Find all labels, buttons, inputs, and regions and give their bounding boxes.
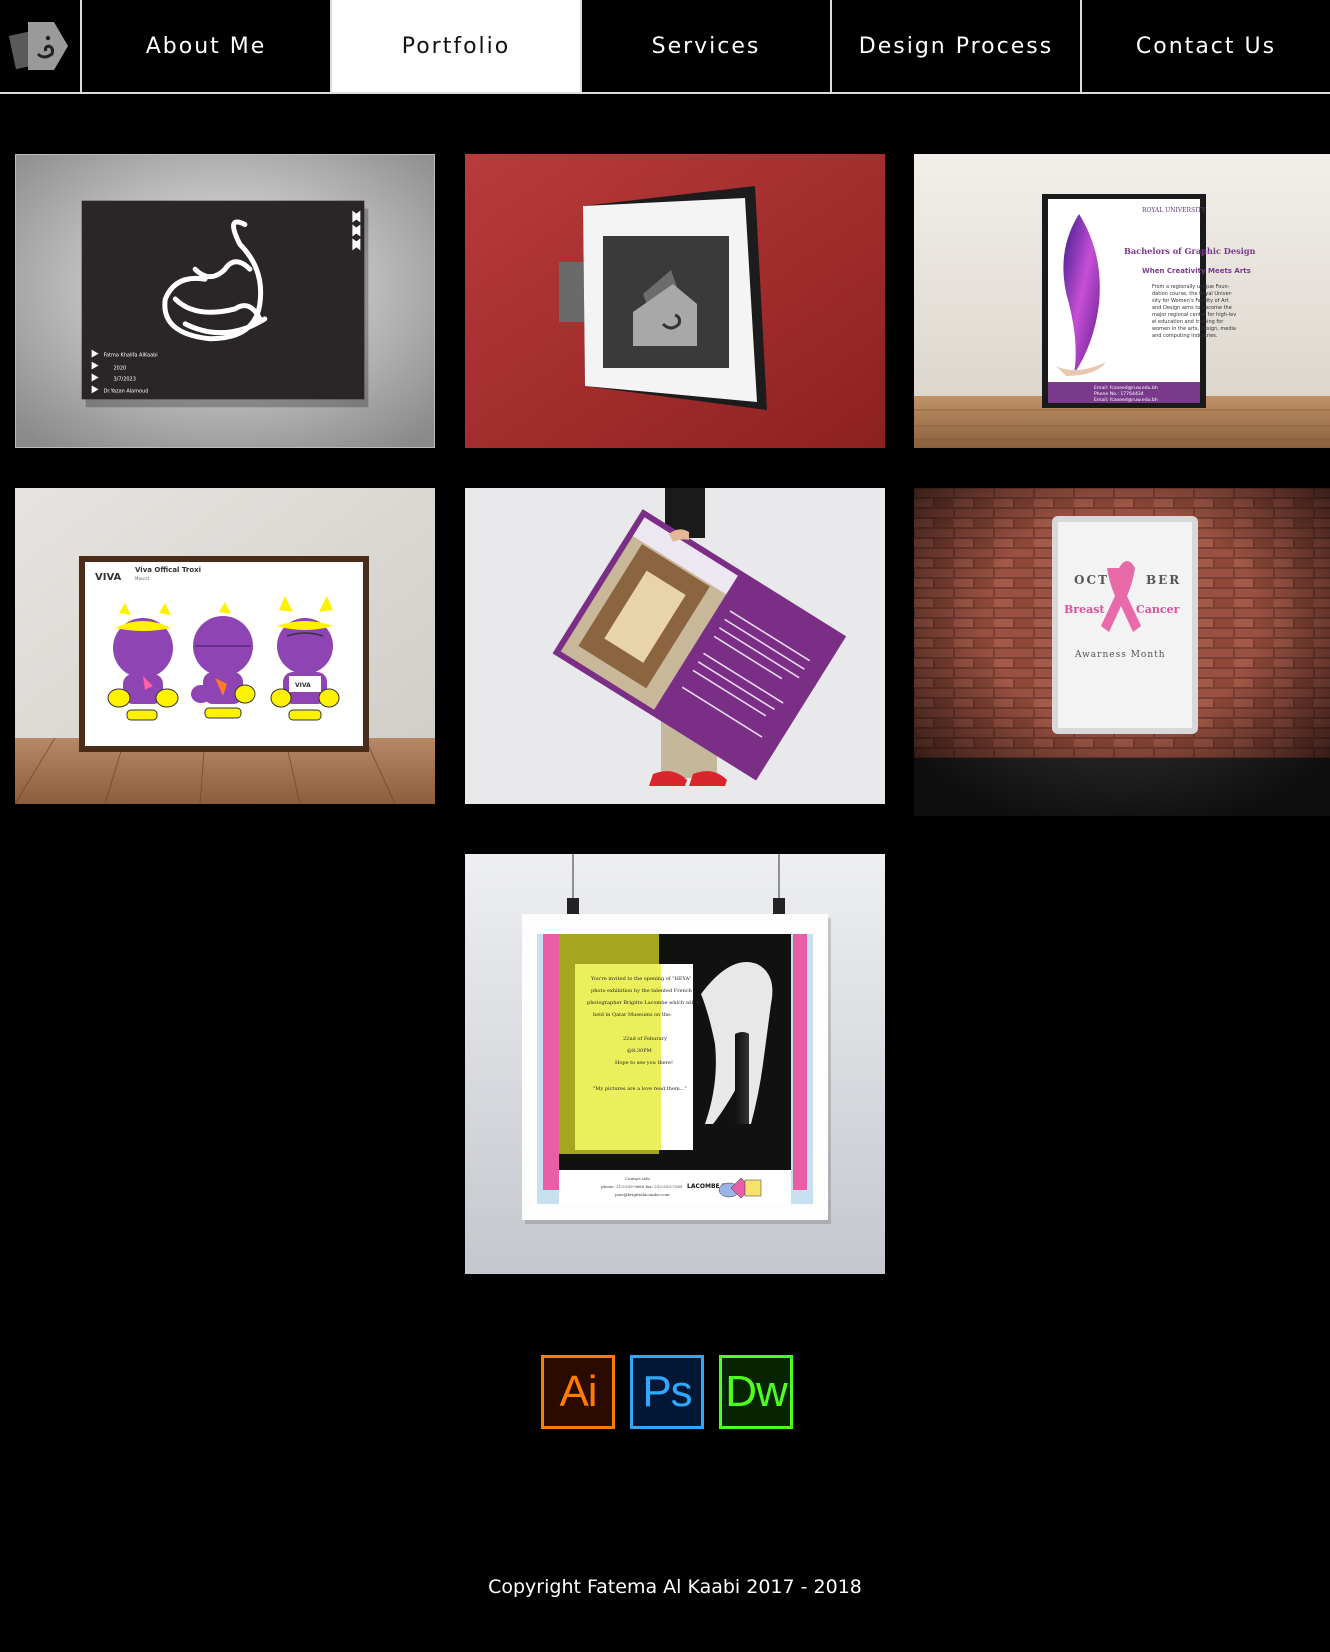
svg-text:ROYAL UNIVERSITY: ROYAL UNIVERSITY (1142, 207, 1207, 214)
invite-line: photo exhibition by the talented French (591, 988, 693, 994)
dreamweaver-icon: Dw (719, 1355, 793, 1429)
nav-about-me[interactable]: About Me (82, 0, 332, 92)
portfolio-item-breast-cancer-poster[interactable]: OCT BER Breast Cancer Awarness Month (914, 488, 1330, 816)
portfolio-item-logo-sign[interactable] (465, 154, 885, 448)
contact-line: jane@brigittelacombe.com (614, 1192, 670, 1197)
invite-line: @8:30PM (627, 1047, 652, 1054)
invite-line: held in Qatar Museums on the: (593, 1012, 672, 1018)
footer-copyright: Copyright Fatema Al Kaabi 2017 - 2018 (488, 1576, 862, 1598)
invite-line: photographer Brigitte Lacombe which will… (587, 1000, 703, 1006)
top-navigation: About Me Portfolio Services Design Proce… (0, 0, 1330, 94)
viva-subtitle: Mascot (135, 576, 150, 581)
portfolio-item-university-poster[interactable] (465, 488, 885, 804)
software-icons: Ai Ps Dw (541, 1355, 793, 1429)
poster-contact: Phone No.: 17764434 (1094, 391, 1144, 397)
poster-contact: Email: fcaseed@ruw.edu.bh (1094, 385, 1158, 391)
portfolio-item-exhibition-poster[interactable]: You're invited to the opening of "HEYA" … (465, 854, 885, 1274)
portfolio-item-calligraphy[interactable]: Fatma Khalifa AlKaabi 2020 3/7/2023 Dr.Y… (15, 154, 435, 448)
viva-title: Viva Offical Troxi (135, 566, 201, 574)
site-logo[interactable] (0, 0, 82, 92)
invite-line: Hope to see you there! (615, 1060, 673, 1066)
credit-name: Fatma Khalifa AlKaabi (104, 353, 158, 359)
poster-body-line: From a regionally unique Foun- (1152, 284, 1230, 290)
portfolio-item-viva-mascot[interactable]: VIVA Viva Offical Troxi Mascot VIVA (15, 488, 435, 804)
credit-year: 2020 (114, 366, 127, 372)
poster-body-line: and Design aims to become the (1152, 305, 1232, 311)
poster-body-line: dation course, the Royal Univer- (1152, 291, 1232, 297)
photoshop-icon: Ps (630, 1355, 704, 1429)
logo-icon (8, 22, 68, 70)
poster-october-a: OCT (1074, 573, 1109, 587)
invite-line: You're invited to the opening of "HEYA" (590, 976, 691, 982)
poster-breast: Breast (1064, 603, 1105, 616)
poster-cancer: Cancer (1136, 603, 1180, 616)
invite-line: 22nd of Feburary (623, 1036, 667, 1042)
credit-date: 3/7/2023 (114, 376, 136, 382)
nav-services[interactable]: Services (582, 0, 832, 92)
poster-body-line: major regional center for high-lev (1152, 312, 1236, 318)
poster-body-line: el education and training for (1152, 319, 1224, 325)
poster-body-line: sity for Women's Faculty of Art (1152, 298, 1229, 304)
nav-design-process[interactable]: Design Process (832, 0, 1082, 92)
poster-tagline: When Creativity Meets Arts (1142, 267, 1251, 275)
poster-october-b: BER (1146, 573, 1181, 587)
invite-line: "My pictures are a love read them..." (593, 1086, 687, 1092)
viva-brand: VIVA (95, 572, 122, 583)
credit-instructor: Dr.Yazan Alamoud (104, 388, 149, 394)
poster-body-line: women in the arts, design, media (1152, 326, 1236, 332)
poster-body-line: and computing industries. (1152, 333, 1218, 339)
contact-line: phone: 213-533-9680 fax: 212-533-7269 (601, 1184, 683, 1189)
poster-awareness: Awarness Month (1074, 650, 1166, 660)
contact-title: Contact info (625, 1176, 650, 1181)
poster-contact: Email: fcaseed@ruw.edu.bh (1094, 397, 1158, 403)
nav-contact-us[interactable]: Contact Us (1082, 0, 1330, 92)
viva-shirt-label: VIVA (295, 682, 311, 689)
portfolio-item-graphic-design-poster[interactable]: ROYAL UNIVERSITY Bachelors of Graphic De… (914, 154, 1330, 448)
poster-heading: Bachelors of Graphic Design (1124, 246, 1256, 256)
illustrator-icon: Ai (541, 1355, 615, 1429)
nav-portfolio[interactable]: Portfolio (332, 0, 582, 92)
